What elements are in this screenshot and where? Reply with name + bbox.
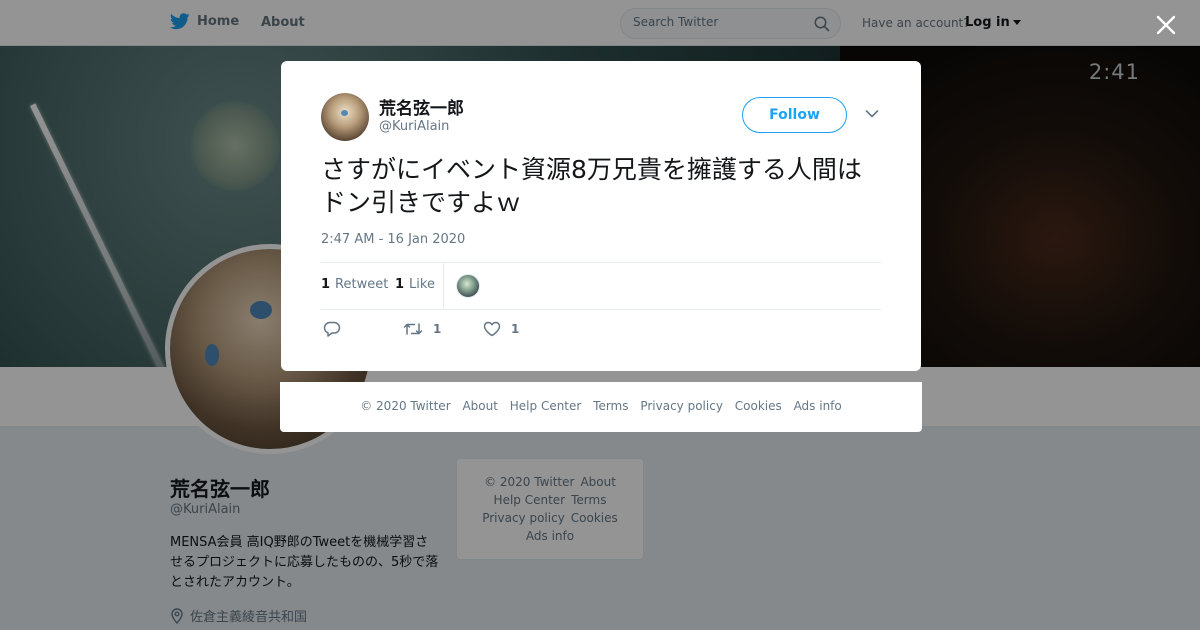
tweet-actions: 1 1 <box>321 319 881 343</box>
liker-avatar[interactable] <box>456 274 480 298</box>
reply-button[interactable] <box>323 321 341 337</box>
modal-footer-terms-link[interactable]: Terms <box>593 399 628 413</box>
modal-footer-ads-link[interactable]: Ads info <box>794 399 842 413</box>
tweet-author-avatar[interactable] <box>321 93 369 141</box>
modal-footer-cookies-link[interactable]: Cookies <box>735 399 782 413</box>
retweet-stat-label: Retweet <box>335 277 389 292</box>
modal-footer-copyright: © 2020 Twitter <box>360 399 451 413</box>
reply-icon <box>323 321 341 337</box>
retweet-stat[interactable]: 1 Retweet <box>321 277 388 292</box>
modal-footer: © 2020 Twitter About Help Center Terms P… <box>280 382 922 432</box>
tweet-author-name[interactable]: 荒名弦一郎 <box>379 94 464 119</box>
stats-separator <box>443 263 444 309</box>
retweet-button[interactable]: 1 <box>403 321 441 337</box>
divider <box>321 309 881 310</box>
close-icon[interactable] <box>1153 12 1179 38</box>
tweet-modal: 荒名弦一郎 @KuriAlain Follow さすがにイベント資源8万兄貴を擁… <box>281 61 921 371</box>
tweet-timestamp[interactable]: 2:47 AM - 16 Jan 2020 <box>321 232 465 247</box>
retweet-count: 1 <box>321 277 331 292</box>
like-action-count: 1 <box>511 322 520 336</box>
tweet-author-handle[interactable]: @KuriAlain <box>379 119 449 134</box>
like-stat-label: Like <box>409 277 435 292</box>
like-button[interactable]: 1 <box>483 321 519 337</box>
like-stat[interactable]: 1 Like <box>395 277 435 292</box>
modal-footer-about-link[interactable]: About <box>462 399 497 413</box>
modal-footer-help-link[interactable]: Help Center <box>510 399 582 413</box>
heart-icon <box>483 321 501 337</box>
like-count: 1 <box>395 277 405 292</box>
retweet-icon <box>403 323 423 335</box>
modal-footer-privacy-link[interactable]: Privacy policy <box>640 399 723 413</box>
retweet-action-count: 1 <box>433 322 442 336</box>
tweet-stats: 1 Retweet 1 Like <box>321 263 881 309</box>
chevron-down-icon[interactable] <box>865 109 879 119</box>
follow-button[interactable]: Follow <box>742 97 847 133</box>
tweet-text: さすがにイベント資源8万兄貴を擁護する人間はドン引きですよｗ <box>321 155 862 217</box>
